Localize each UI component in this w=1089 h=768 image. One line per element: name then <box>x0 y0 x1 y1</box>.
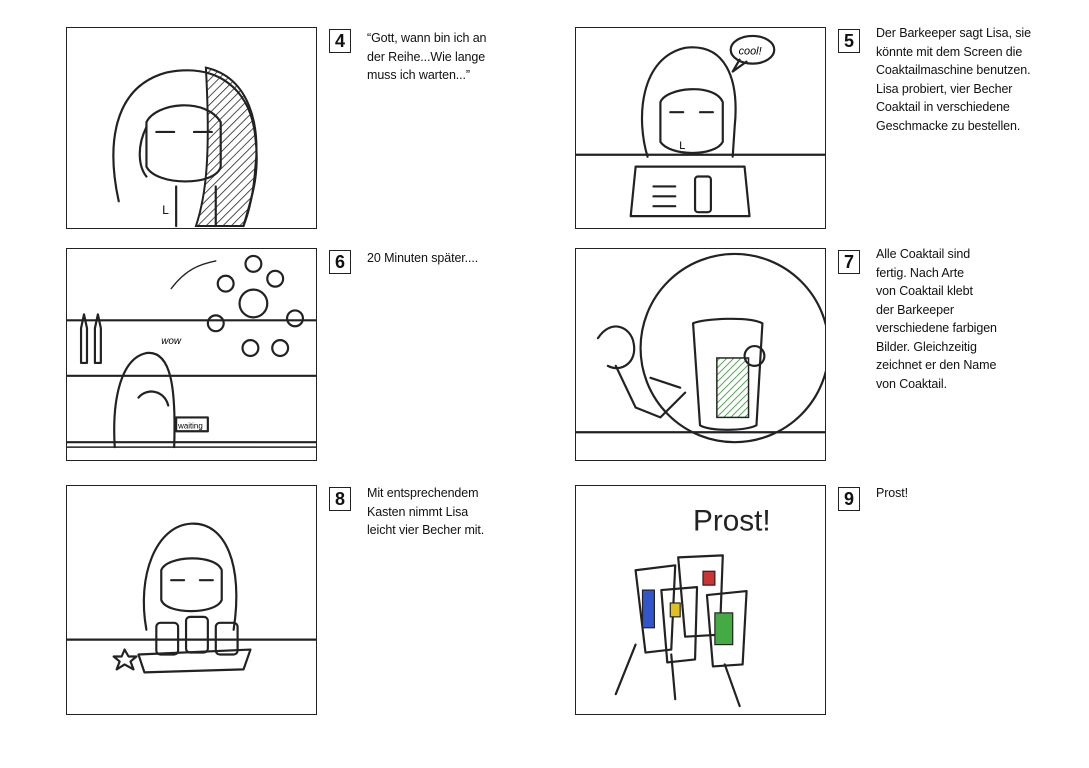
frame-7-drawing <box>575 248 826 461</box>
barkeeper-labeling-sketch <box>576 252 825 444</box>
frame-6-caption: 20 Minuten später.... <box>367 251 479 265</box>
frame-9-number: 9 <box>838 487 860 511</box>
frame-4-drawing: L <box>66 27 317 229</box>
girl-with-tray-sketch <box>67 522 316 674</box>
prost-sketch-text: Prost! <box>693 505 771 538</box>
girl-waiting-sketch: L <box>112 66 258 228</box>
frame-4-number: 4 <box>329 29 351 53</box>
frame-5-caption: Der Barkeeper sagt Lisa, sie könnte mit … <box>876 26 1031 133</box>
wow-text: wow <box>161 336 182 347</box>
frame-9-caption: Prost! <box>876 486 909 500</box>
frame-7-caption: Alle Coaktail sind fertig. Nach Arte von… <box>876 247 997 391</box>
waiting-at-bar-sketch: waiting wow <box>67 254 316 449</box>
frame-5-number: 5 <box>838 29 860 53</box>
bubble-text: cool! <box>739 46 762 58</box>
initial-label: L <box>679 140 685 152</box>
frame-6-number: 6 <box>329 250 351 274</box>
toast-sketch: Prost! <box>614 505 771 708</box>
frame-5-drawing: cool! L <box>575 27 826 229</box>
frame-4-caption: “Gott, wann bin ich an der Reihe...Wie l… <box>367 31 487 82</box>
frame-8-number: 8 <box>329 487 351 511</box>
girl-at-screen-sketch: cool! L <box>576 34 825 218</box>
frame-8-caption: Mit entsprechendem Kasten nimmt Lisa lei… <box>367 486 485 537</box>
frame-6-drawing: waiting wow <box>66 248 317 461</box>
frame-9-drawing: Prost! <box>575 485 826 715</box>
waiting-sign: waiting <box>177 421 203 430</box>
frame-8-drawing <box>66 485 317 715</box>
initial-label: L <box>162 203 169 217</box>
frame-7-number: 7 <box>838 250 860 274</box>
